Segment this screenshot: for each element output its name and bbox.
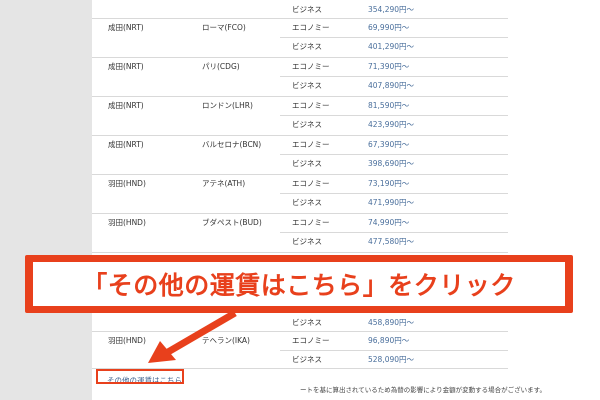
fare-price: 471,990円〜 [368, 198, 415, 207]
origin-airport: 羽田(HND) [108, 218, 146, 227]
fare-price: 401,290円〜 [368, 42, 415, 51]
fare-footnote: ートを基に算出されているため為替の影響により金額が変動する場合がございます。 [300, 386, 547, 394]
fare-class: エコノミー [292, 179, 330, 188]
fare-price: 71,390円〜 [368, 62, 410, 71]
fare-class: ビジネス [292, 237, 322, 246]
origin-airport: 成田(NRT) [108, 140, 144, 149]
fare-class: ビジネス [292, 81, 322, 90]
fare-class: ビジネス [292, 42, 322, 51]
fare-class: ビジネス [292, 120, 322, 129]
fare-class: ビジネス [292, 5, 322, 14]
left-gutter [0, 0, 92, 400]
fare-class: ビジネス [292, 318, 322, 327]
row-divider [92, 213, 508, 214]
fare-price: 354,290円〜 [368, 5, 415, 14]
row-divider [92, 96, 508, 97]
callout-banner: 「その他の運賃はこちら」をクリック [25, 255, 573, 313]
fare-price: 423,990円〜 [368, 120, 415, 129]
fare-class: ビジネス [292, 159, 322, 168]
row-divider [92, 57, 508, 58]
destination-airport: ロンドン(LHR) [202, 101, 253, 110]
fare-price: 398,690円〜 [368, 159, 415, 168]
fare-price: 67,390円〜 [368, 140, 410, 149]
destination-airport: ブダペスト(BUD) [202, 218, 262, 227]
row-divider [92, 331, 508, 332]
fare-price: 73,190円〜 [368, 179, 410, 188]
destination-airport: テヘラン(IKA) [202, 336, 250, 345]
fare-price: 96,890円〜 [368, 336, 410, 345]
fare-class: エコノミー [292, 101, 330, 110]
fare-price: 528,090円〜 [368, 355, 415, 364]
fare-price: 74,990円〜 [368, 218, 410, 227]
row-divider [92, 252, 508, 253]
row-divider [280, 37, 508, 38]
row-divider [92, 135, 508, 136]
row-divider [280, 76, 508, 77]
fare-class: ビジネス [292, 355, 322, 364]
destination-airport: ローマ(FCO) [202, 23, 246, 32]
row-divider [280, 350, 508, 351]
row-divider [280, 154, 508, 155]
origin-airport: 成田(NRT) [108, 101, 144, 110]
row-divider [280, 115, 508, 116]
fare-class: エコノミー [292, 140, 330, 149]
origin-airport: 成田(NRT) [108, 23, 144, 32]
fare-class: エコノミー [292, 218, 330, 227]
origin-airport: 羽田(HND) [108, 179, 146, 188]
highlight-box [96, 369, 184, 384]
destination-airport: バルセロナ(BCN) [202, 140, 262, 149]
row-divider [92, 18, 508, 19]
row-divider [280, 193, 508, 194]
fare-price: 407,890円〜 [368, 81, 415, 90]
destination-airport: パリ(CDG) [202, 62, 240, 71]
fare-class: エコノミー [292, 336, 330, 345]
fare-class: エコノミー [292, 23, 330, 32]
fare-price: 69,990円〜 [368, 23, 410, 32]
row-divider [92, 174, 508, 175]
callout-text: 「その他の運賃はこちら」をクリック [33, 262, 565, 306]
fare-class: エコノミー [292, 62, 330, 71]
row-divider [280, 232, 508, 233]
origin-airport: 成田(NRT) [108, 62, 144, 71]
fare-table: ビジネス 354,290円〜 成田(NRT) ローマ(FCO) エコノミー 69… [92, 0, 600, 400]
fare-class: ビジネス [292, 198, 322, 207]
fare-price: 81,590円〜 [368, 101, 410, 110]
fare-price: 477,580円〜 [368, 237, 415, 246]
origin-airport: 羽田(HND) [108, 336, 146, 345]
fare-price: 458,890円〜 [368, 318, 415, 327]
destination-airport: アテネ(ATH) [202, 179, 246, 188]
